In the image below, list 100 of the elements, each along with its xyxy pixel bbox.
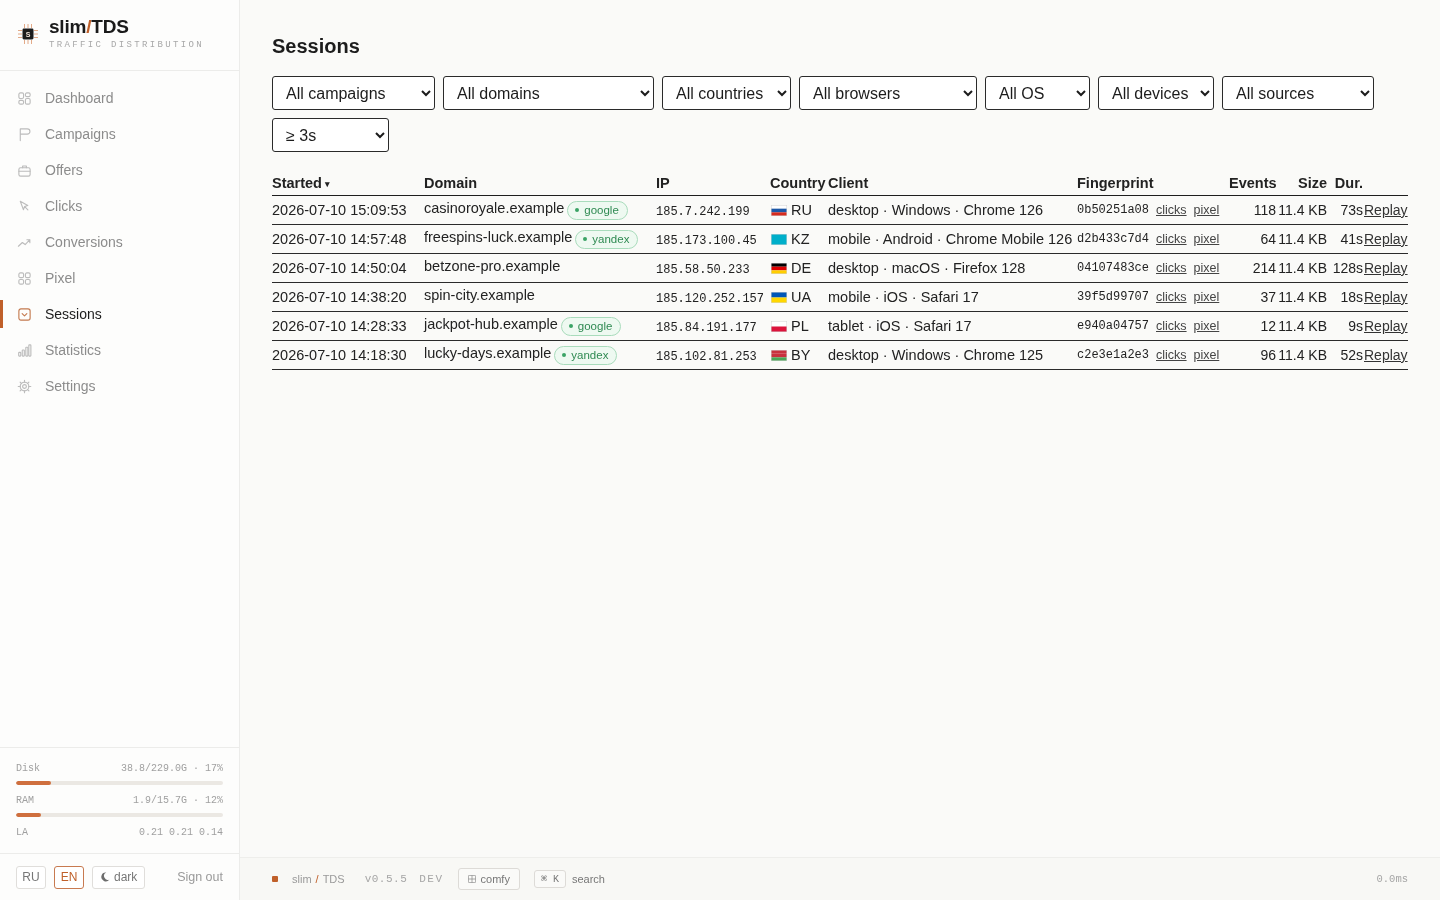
search-hint[interactable]: search [571, 873, 605, 885]
shortcut-key: ⌘ K [533, 870, 566, 888]
replay-link[interactable]: Replay [1363, 289, 1408, 305]
ip-address: 185.173.100.45 [656, 233, 757, 248]
client-info: desktop · Windows · Chrome 125 [828, 347, 1044, 363]
page-title: Sessions [272, 34, 361, 58]
flag-icon [771, 204, 787, 216]
filter-select[interactable]: All countries [662, 76, 791, 110]
replay-link[interactable]: Replay [1363, 318, 1408, 334]
load-reading: 0.21 0.21 0.14 [139, 827, 223, 839]
bar-chart-icon [17, 342, 32, 358]
domain-name: jackpot-hub.example [424, 316, 558, 332]
filter-select[interactable]: ≥ 3s [272, 118, 389, 152]
client-info: desktop · macOS · Firefox 128 [828, 260, 1026, 276]
meter-reading: 38.8/229.0G · 17% [120, 763, 223, 775]
nav-item[interactable]: Sessions [0, 300, 239, 328]
session-size: 11.4 KB [1278, 231, 1327, 247]
country-code: KZ [791, 231, 810, 247]
client-info: mobile · iOS · Safari 17 [828, 289, 979, 305]
flag-icon [771, 262, 787, 274]
started-time: 2026-07-10 14:18:30 [272, 347, 407, 363]
detail-link[interactable]: pixel [1193, 290, 1220, 304]
sort-indicator: ▾ [324, 178, 330, 189]
filter-select[interactable]: All browsers [799, 76, 977, 110]
country-code: DE [791, 260, 812, 276]
detail-link[interactable]: pixel [1193, 232, 1220, 246]
country-code: UA [791, 289, 812, 305]
column-header: Country [770, 174, 826, 191]
fingerprint-hash: 04107483ce [1077, 261, 1149, 275]
filter-select[interactable]: All sources [1222, 76, 1374, 110]
session-duration: 18s [1340, 289, 1363, 305]
event-count: 214 [1252, 260, 1276, 276]
ip-address: 185.7.242.199 [656, 204, 750, 219]
ip-address: 185.58.50.233 [656, 262, 750, 277]
footer-brand: slim / TDS [292, 873, 345, 885]
moon-icon [100, 872, 110, 882]
event-count: 64 [1260, 231, 1276, 247]
replay-link[interactable]: Replay [1363, 347, 1408, 363]
flag-icon [771, 233, 787, 245]
detail-link[interactable]: clicks [1156, 232, 1187, 246]
status-square-icon [272, 876, 278, 882]
session-size: 11.4 KB [1278, 260, 1327, 276]
started-time: 2026-07-10 14:38:20 [272, 289, 407, 305]
country-code: PL [791, 318, 809, 334]
filter-select[interactable]: All devices [1098, 76, 1214, 110]
session-duration: 41s [1340, 231, 1363, 247]
column-header: Domain [424, 174, 478, 191]
client-info: desktop · Windows · Chrome 126 [828, 202, 1044, 218]
grid-icon [467, 875, 476, 883]
detail-link[interactable]: pixel [1193, 319, 1220, 333]
detail-link[interactable]: clicks [1156, 290, 1187, 304]
replay-link[interactable]: Replay [1363, 231, 1408, 247]
settings-icon [17, 378, 32, 394]
meter-reading: 1.9/15.7G · 12% [133, 795, 223, 807]
detail-link[interactable]: pixel [1193, 348, 1220, 362]
density-button[interactable]: comfy [457, 868, 520, 890]
column-header: Client [828, 174, 869, 191]
detail-link[interactable]: clicks [1156, 261, 1187, 275]
theme-toggle[interactable]: dark [92, 865, 146, 889]
language-button[interactable]: EN [54, 865, 84, 889]
load-label: LA [16, 827, 28, 839]
replay-link[interactable]: Replay [1363, 202, 1408, 218]
app-subtitle: TRAFFIC DISTRIBUTION [49, 39, 205, 51]
started-time: 2026-07-10 14:28:33 [272, 318, 407, 334]
session-duration: 52s [1340, 347, 1363, 363]
dot-icon [562, 353, 567, 357]
domain-name: lucky-days.example [424, 345, 552, 361]
filter-select[interactable]: All campaigns [272, 76, 435, 110]
chevron-square-icon [17, 306, 32, 322]
session-size: 11.4 KB [1278, 318, 1327, 334]
domain-name: freespins-luck.example [424, 229, 573, 245]
language-button[interactable]: RU [16, 865, 46, 889]
detail-link[interactable]: pixel [1193, 203, 1220, 217]
source-name: yandex [592, 233, 630, 245]
column-header: Fingerprint [1077, 174, 1154, 191]
source-name: google [584, 204, 619, 216]
country-code: BY [791, 347, 811, 363]
render-time: 0.0ms [1376, 873, 1408, 885]
tiles-icon [17, 90, 32, 106]
replay-link[interactable]: Replay [1363, 260, 1408, 276]
fingerprint-hash: e940a04757 [1077, 319, 1149, 333]
filter-select[interactable]: All OS [985, 76, 1090, 110]
dot-icon [568, 324, 573, 328]
domain-name: casinoroyale.example [424, 200, 565, 216]
detail-link[interactable]: clicks [1156, 319, 1187, 333]
event-count: 96 [1260, 347, 1276, 363]
session-duration: 128s [1332, 260, 1363, 276]
briefcase-icon [17, 162, 32, 178]
ip-address: 185.120.252.157 [656, 291, 765, 306]
fingerprint-hash: 39f5d99707 [1077, 290, 1149, 304]
detail-link[interactable]: clicks [1156, 203, 1187, 217]
meter-label: RAM [16, 795, 34, 807]
detail-link[interactable]: pixel [1193, 261, 1220, 275]
filter-select[interactable]: All domains [443, 76, 654, 110]
meter-label: Disk [16, 763, 40, 775]
ip-address: 185.84.191.177 [656, 320, 757, 335]
flag-icon [771, 291, 787, 303]
grid-icon [17, 270, 32, 286]
flag-icon [771, 320, 787, 332]
detail-link[interactable]: clicks [1156, 348, 1187, 362]
